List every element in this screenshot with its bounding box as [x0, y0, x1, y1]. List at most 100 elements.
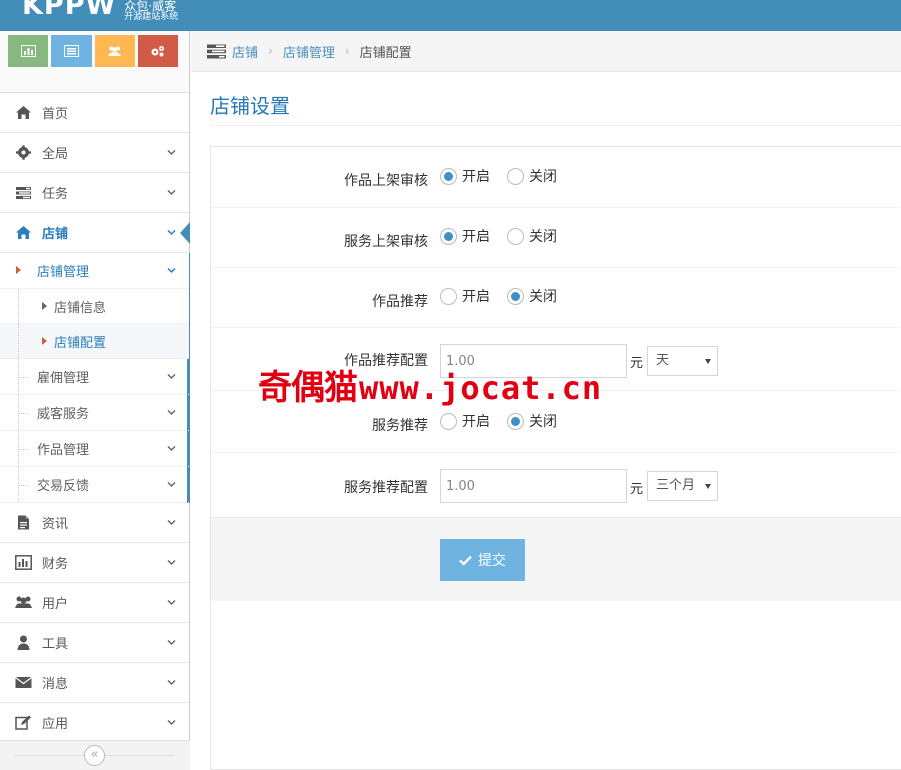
works-recommend-off-radio[interactable] — [507, 287, 524, 305]
submit-button[interactable]: 提交 — [440, 539, 525, 581]
shortcut-list-button[interactable] — [51, 35, 92, 67]
nav-tools-label: 工具 — [42, 637, 69, 652]
service-recommend-on-radio[interactable] — [440, 412, 457, 430]
service-audit-off-radio[interactable] — [507, 227, 524, 245]
service-audit-label: 服务上架审核 — [344, 234, 428, 250]
sub-item-shop-manage-label: 店铺管理 — [37, 265, 90, 280]
service-audit-on-label[interactable]: 开启 — [462, 226, 490, 246]
chevron-down-icon — [167, 189, 176, 195]
nav-apps-label: 应用 — [42, 717, 69, 732]
sub-item-hire-manage[interactable]: 雇佣管理 — [0, 359, 189, 395]
home-icon — [13, 225, 33, 241]
nav-message[interactable]: 消息 — [0, 663, 189, 703]
collapse-sidebar-button[interactable]: « — [84, 745, 105, 766]
service-recommend-off-radio[interactable] — [507, 412, 524, 430]
row-service-recommend: 服务推荐 开启 关闭 — [211, 391, 901, 453]
service-recommend-off-label[interactable]: 关闭 — [529, 411, 557, 431]
works-recommend-off-label[interactable]: 关闭 — [529, 286, 557, 306]
service-audit-radio-group: 开启 关闭 — [440, 226, 574, 246]
chevron-down-icon — [167, 229, 176, 235]
nav-tools[interactable]: 工具 — [0, 623, 189, 663]
brand-name: 众包·威客 — [124, 0, 177, 13]
caret-down-icon — [705, 359, 711, 364]
gear-icon — [13, 145, 33, 161]
breadcrumb-shop-manage[interactable]: 店铺管理 — [283, 42, 335, 61]
sub-item-shop-info-label: 店铺信息 — [54, 300, 107, 316]
nav-apps[interactable]: 应用 — [0, 703, 189, 743]
works-recommend-price-input[interactable] — [440, 344, 627, 378]
sidebar: 首页 全局 任务 店铺 店铺管理 店铺信息 店铺配置 雇佣管理 威客服务 作品管… — [0, 31, 190, 770]
shortcut-users-button[interactable] — [94, 35, 135, 67]
nav-finance[interactable]: 财务 — [0, 543, 189, 583]
list-icon — [207, 44, 226, 58]
logo-mark: KPPW — [22, 0, 117, 21]
service-audit-off-label[interactable]: 关闭 — [529, 226, 557, 246]
row-works-recommend: 作品推荐 开启 关闭 — [211, 268, 901, 328]
service-recommend-price-input[interactable] — [440, 469, 627, 503]
works-recommend-label: 作品推荐 — [372, 294, 428, 310]
nav-task[interactable]: 任务 — [0, 173, 189, 213]
service-recommend-period-value: 三个月 — [656, 478, 696, 493]
envelope-icon — [13, 675, 33, 691]
nav-user-label: 用户 — [42, 597, 69, 612]
chevron-down-icon — [167, 719, 176, 725]
sub-item-hire-manage-label: 雇佣管理 — [37, 371, 90, 386]
chevron-down-icon — [167, 639, 176, 645]
nav-shop[interactable]: 店铺 — [0, 213, 190, 253]
shop-settings-form: 作品上架审核 开启 关闭 服务上架审核 开启 关闭 作品推荐 开启 关闭 作品推… — [210, 146, 901, 770]
home-icon — [13, 105, 33, 121]
works-audit-label: 作品上架审核 — [344, 173, 428, 189]
sub-item-trade-feedback[interactable]: 交易反馈 — [0, 467, 189, 503]
top-navbar: KPPW 众包·威客 开源建站系统 — [0, 0, 901, 31]
chevron-down-icon — [167, 445, 176, 451]
shortcut-chart-button[interactable] — [8, 35, 49, 67]
sub-item-witkey-service[interactable]: 威客服务 — [0, 395, 189, 431]
works-audit-on-radio[interactable] — [440, 167, 457, 185]
tree-dash — [18, 485, 28, 486]
shortcut-cogs-button[interactable] — [137, 35, 178, 67]
row-service-audit: 服务上架审核 开启 关闭 — [211, 208, 901, 268]
breadcrumb-separator: › — [344, 44, 350, 58]
service-audit-on-radio[interactable] — [440, 227, 457, 245]
nav-global[interactable]: 全局 — [0, 133, 189, 173]
works-audit-on-label[interactable]: 开启 — [462, 166, 490, 186]
nav-user[interactable]: 用户 — [0, 583, 189, 623]
row-service-recommend-config: 服务推荐配置 元 三个月 — [211, 453, 901, 517]
tasks-icon — [13, 185, 33, 201]
service-recommend-radio-group: 开启 关闭 — [440, 411, 574, 431]
breadcrumb-current: 店铺配置 — [359, 45, 412, 61]
edit-icon — [13, 715, 33, 731]
chevron-down-icon — [167, 599, 176, 605]
row-works-recommend-config: 作品推荐配置 元 天 — [211, 328, 901, 391]
chevron-down-icon — [167, 481, 176, 487]
sub-item-shop-manage[interactable]: 店铺管理 — [0, 253, 189, 289]
sub-item-shop-config[interactable]: 店铺配置 — [0, 324, 189, 359]
works-audit-off-radio[interactable] — [507, 167, 524, 185]
service-recommend-on-label[interactable]: 开启 — [462, 411, 490, 431]
breadcrumb-shop[interactable]: 店铺 — [232, 42, 258, 61]
chevron-down-icon — [167, 559, 176, 565]
works-audit-off-label[interactable]: 关闭 — [529, 166, 557, 186]
works-recommend-on-radio[interactable] — [440, 287, 457, 305]
breadcrumb: 店铺 › 店铺管理 › 店铺配置 — [191, 31, 901, 72]
tree-dash — [18, 377, 28, 378]
works-recommend-period-select[interactable]: 天 — [647, 346, 718, 376]
works-audit-radio-group: 开启 关闭 — [440, 166, 574, 186]
brand-logo[interactable]: KPPW 众包·威客 开源建站系统 — [22, 0, 178, 24]
works-recommend-config-label: 作品推荐配置 — [344, 353, 428, 369]
users-icon — [13, 595, 33, 611]
list-icon — [63, 45, 79, 57]
brand-tagline: 开源建站系统 — [124, 12, 179, 22]
users-icon — [108, 46, 122, 56]
sub-item-shop-info[interactable]: 店铺信息 — [0, 289, 189, 324]
works-recommend-on-label[interactable]: 开启 — [462, 286, 490, 306]
works-recommend-radio-group: 开启 关闭 — [440, 286, 574, 306]
sub-item-works-manage[interactable]: 作品管理 — [0, 431, 189, 467]
shop-submenu: 店铺管理 店铺信息 店铺配置 雇佣管理 威客服务 作品管理 交易反馈 — [0, 253, 190, 503]
service-recommend-label: 服务推荐 — [372, 418, 428, 434]
chevron-down-icon — [167, 267, 176, 273]
nav-home[interactable]: 首页 — [0, 93, 189, 133]
service-recommend-period-select[interactable]: 三个月 — [647, 471, 718, 501]
tree-dash — [18, 413, 28, 414]
nav-news[interactable]: 资讯 — [0, 503, 189, 543]
